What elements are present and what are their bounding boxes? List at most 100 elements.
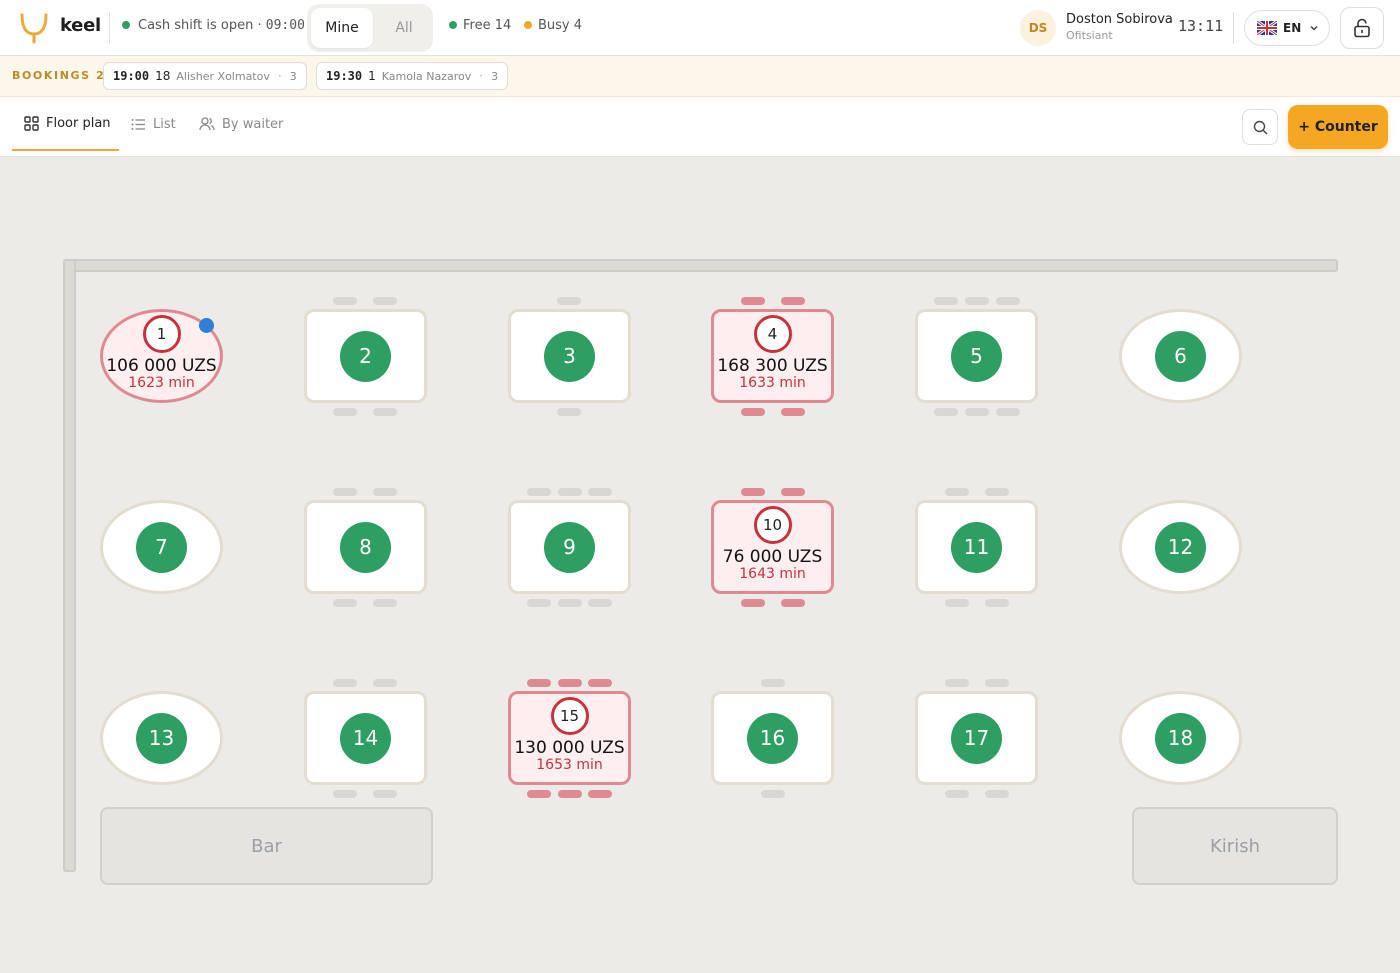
chair [985,679,1009,687]
booking-chip[interactable]: 19:30 1 Kamola Nazarov · 3 [316,62,509,90]
table-amount: 168 300 UZS [717,356,828,376]
tab-by-waiter[interactable]: By waiter [199,97,283,151]
view-tabs-bar: Floor plan List By waiter + Counter [0,97,1400,157]
booking-chip[interactable]: 19:00 18 Alisher Xolmatov · 3 [103,62,307,90]
shift-status-text: Cash shift is open · [138,18,262,33]
free-dot-icon [449,20,457,29]
table-12[interactable]: 12 [1119,500,1242,594]
table-number: 8 [340,521,391,573]
table-duration: 1633 min [739,375,806,391]
wall [63,259,76,872]
chair [527,599,551,607]
chair [333,488,357,496]
chair [557,297,581,305]
users-icon [199,117,215,131]
divider [1233,12,1234,44]
table-3[interactable]: 3 [508,309,631,403]
chair [945,790,969,798]
tab-label: List [153,116,176,132]
table-number: 5 [951,330,1002,382]
tab-floor-plan[interactable]: Floor plan [12,97,119,151]
table-11[interactable]: 11 [915,500,1038,594]
table-10[interactable]: 10 76 000 UZS 1643 min [711,500,834,594]
table-number: 18 [1155,712,1206,764]
table-amount: 106 000 UZS [106,356,217,376]
table-number: 11 [951,521,1002,573]
booking-people: 3 [289,69,297,83]
table-2[interactable]: 2 [304,309,427,403]
free-count-label: Free 14 [463,18,512,33]
table-9[interactable]: 9 [508,500,631,594]
chair [373,599,397,607]
chair [373,408,397,416]
table-number: 9 [544,521,595,573]
table-5[interactable]: 5 [915,309,1038,403]
chair [781,408,805,416]
chair [558,599,582,607]
free-count: Free 14 [449,18,511,33]
chair [588,599,612,607]
separator-dot: · [479,69,484,83]
table-number: 7 [136,521,187,573]
table-4[interactable]: 4 168 300 UZS 1633 min [711,309,834,403]
table-number: 1 [142,315,181,353]
table-8[interactable]: 8 [304,500,427,594]
table-number: 4 [753,315,792,353]
search-button[interactable] [1242,109,1278,145]
table-15[interactable]: 15 130 000 UZS 1653 min [508,691,631,785]
lock-icon [1354,18,1370,38]
filter-mine-button[interactable]: Mine [311,8,373,48]
language-select[interactable]: EN [1244,10,1330,46]
table-number: 10 [753,506,792,544]
clock: 13:11 [1178,17,1224,35]
zone-bar[interactable]: Bar [100,807,433,885]
chair [985,790,1009,798]
cash-shift-status: Cash shift is open · 09:00 [122,18,305,33]
chair [373,488,397,496]
chair [945,599,969,607]
chair [761,679,785,687]
add-counter-button[interactable]: + Counter [1288,105,1388,149]
table-number: 17 [951,712,1002,764]
chair [985,488,1009,496]
chair [527,488,551,496]
table-14[interactable]: 14 [304,691,427,785]
uk-flag-icon [1257,21,1277,35]
busy-count: Busy 4 [524,18,582,33]
language-code: EN [1283,21,1302,35]
booking-time: 19:30 [326,69,363,83]
list-icon [131,118,145,130]
table-amount: 130 000 UZS [514,738,625,758]
brand-name: keel [60,15,101,36]
bookings-bar: BOOKINGS 2 19:00 18 Alisher Xolmatov · 3… [0,56,1400,97]
table-7[interactable]: 7 [100,500,223,594]
table-6[interactable]: 6 [1119,309,1242,403]
chair [373,679,397,687]
avatar[interactable]: DS [1020,10,1056,46]
table-18[interactable]: 18 [1119,691,1242,785]
lock-button[interactable] [1340,7,1384,49]
chair [741,297,765,305]
chair [527,679,551,687]
tab-list[interactable]: List [131,97,176,151]
chair [333,599,357,607]
chair [741,408,765,416]
chair [588,679,612,687]
chair [985,599,1009,607]
chair [781,488,805,496]
chair [934,297,958,305]
table-number: 6 [1155,330,1206,382]
table-number: 2 [340,330,391,382]
table-16[interactable]: 16 [711,691,834,785]
filter-all-button[interactable]: All [373,8,435,48]
tab-label: By waiter [222,116,284,132]
floor-plan: 1 106 000 UZS 1623 min 2 3 4 168 300 UZS… [0,157,1400,973]
booking-table: 18 [155,69,171,83]
table-13[interactable]: 13 [100,691,223,785]
chevron-down-icon [1310,25,1318,31]
chair [373,297,397,305]
table-17[interactable]: 17 [915,691,1038,785]
booking-time: 19:00 [113,69,150,83]
zone-entrance[interactable]: Kirish [1132,807,1338,885]
busy-dot-icon [524,20,532,29]
